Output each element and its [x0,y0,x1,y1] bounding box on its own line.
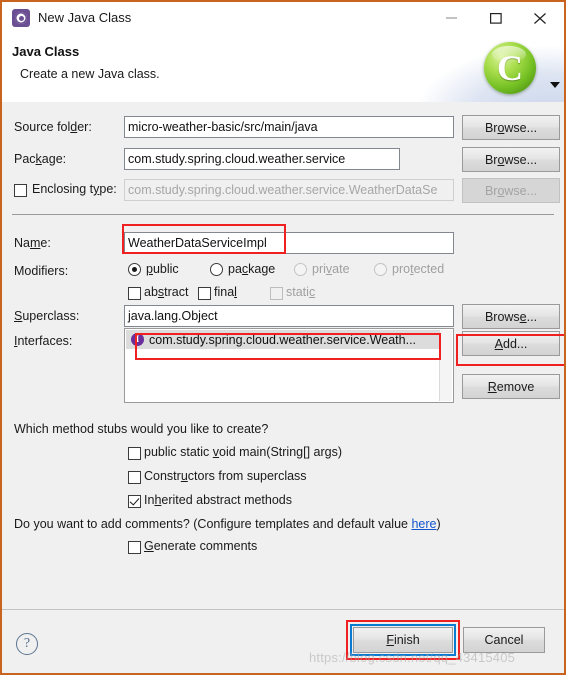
name-label: Name: [14,236,51,250]
modifier-radio-private [294,263,307,276]
maximize-button[interactable] [474,2,518,33]
package-browse-button[interactable]: Br o wse... [462,147,560,172]
superclass-label: Superclass: [14,309,80,323]
finish-button[interactable]: Finish [353,627,453,653]
enclosing-type-label: Enclosing type: [32,182,117,196]
stub-label-main-method: public static void main(String[] args) [144,445,342,459]
modifier-label-abstract: abstract [144,285,189,299]
enclosing-type-checkbox[interactable] [14,184,27,197]
minimize-button[interactable] [430,2,474,33]
modifier-radio-public[interactable] [128,263,141,276]
interfaces-remove-button[interactable]: Remove [462,374,560,399]
modifier-checkbox-static [270,287,283,300]
source-folder-label: Source folder: [14,120,92,134]
scroll-down-arrow-icon[interactable] [550,82,560,88]
modifier-checkbox-final[interactable] [198,287,211,300]
interface-icon [131,333,144,346]
modifiers-label: Modifiers: [14,264,69,278]
comments-question-suffix: ) [436,517,441,531]
package-input[interactable]: com.study.spring.cloud.weather.service [124,148,400,170]
stub-checkbox-constructors[interactable] [128,471,141,484]
close-button[interactable] [518,2,562,33]
comments-question: Do you want to add comments? (Configure … [14,517,441,531]
interfaces-scrollbar[interactable] [439,330,452,401]
modifier-label-package: package [228,262,276,276]
close-icon [534,13,546,24]
generate-comments-label: Generate comments [144,539,258,553]
generate-comments-checkbox[interactable] [128,541,141,554]
modifier-label-public: public [146,262,179,276]
interfaces-label: Interfaces: [14,334,73,348]
superclass-input[interactable]: java.lang.Object [124,305,454,327]
superclass-browse-button[interactable]: Brows e... [462,304,560,329]
source-folder-browse-button[interactable]: Br o wse... [462,115,560,140]
modifier-checkbox-abstract[interactable] [128,287,141,300]
modifier-radio-package[interactable] [210,263,223,276]
new-java-class-dialog: New Java Class Java Class Create a new J… [0,0,566,675]
header-title: Java Class [12,44,80,59]
section-divider [12,214,554,215]
eclipse-c-logo-icon [484,42,536,94]
header-description: Create a new Java class. [20,67,160,81]
enclosing-type-browse-button: Br o wse... [462,178,560,203]
package-label: Package: [14,152,67,166]
modifier-radio-protected [374,263,387,276]
interfaces-list[interactable]: com.study.spring.cloud.weather.service.W… [124,328,454,403]
comments-question-text: Do you want to add comments? (Configure … [14,517,412,531]
configure-templates-link[interactable]: here [411,517,436,531]
modifier-label-private: private [312,262,350,276]
interface-item-label: com.study.spring.cloud.weather.service.W… [149,332,417,347]
title-bar: New Java Class [2,2,564,34]
dialog-body: Source folder: micro-weather-basic/src/m… [2,102,564,610]
modifier-label-protected: protected [392,262,445,276]
java-class-icon [12,9,30,27]
stub-label-inherited-abstract: Inherited abstract methods [144,493,293,507]
modifier-label-static: static [286,285,316,299]
interfaces-add-button[interactable]: Add... [462,331,560,356]
stub-checkbox-main-method[interactable] [128,447,141,460]
stub-checkbox-inherited-abstract[interactable] [128,495,141,508]
enclosing-type-input[interactable]: com.study.spring.cloud.weather.service.W… [124,179,454,201]
source-folder-input[interactable]: micro-weather-basic/src/main/java [124,116,454,138]
method-stubs-question: Which method stubs would you like to cre… [14,422,269,436]
minimize-icon [446,17,457,19]
list-item[interactable]: com.study.spring.cloud.weather.service.W… [126,330,440,349]
maximize-icon [490,13,502,24]
window-title: New Java Class [38,10,132,25]
help-icon[interactable] [16,633,38,655]
modifier-label-final: final [214,285,237,299]
stub-label-constructors: Constructors from superclass [144,469,307,483]
cancel-button[interactable]: Cancel [463,627,545,653]
dialog-header: Java Class Create a new Java class. [2,34,564,103]
name-input[interactable]: WeatherDataServiceImpl [124,232,454,254]
